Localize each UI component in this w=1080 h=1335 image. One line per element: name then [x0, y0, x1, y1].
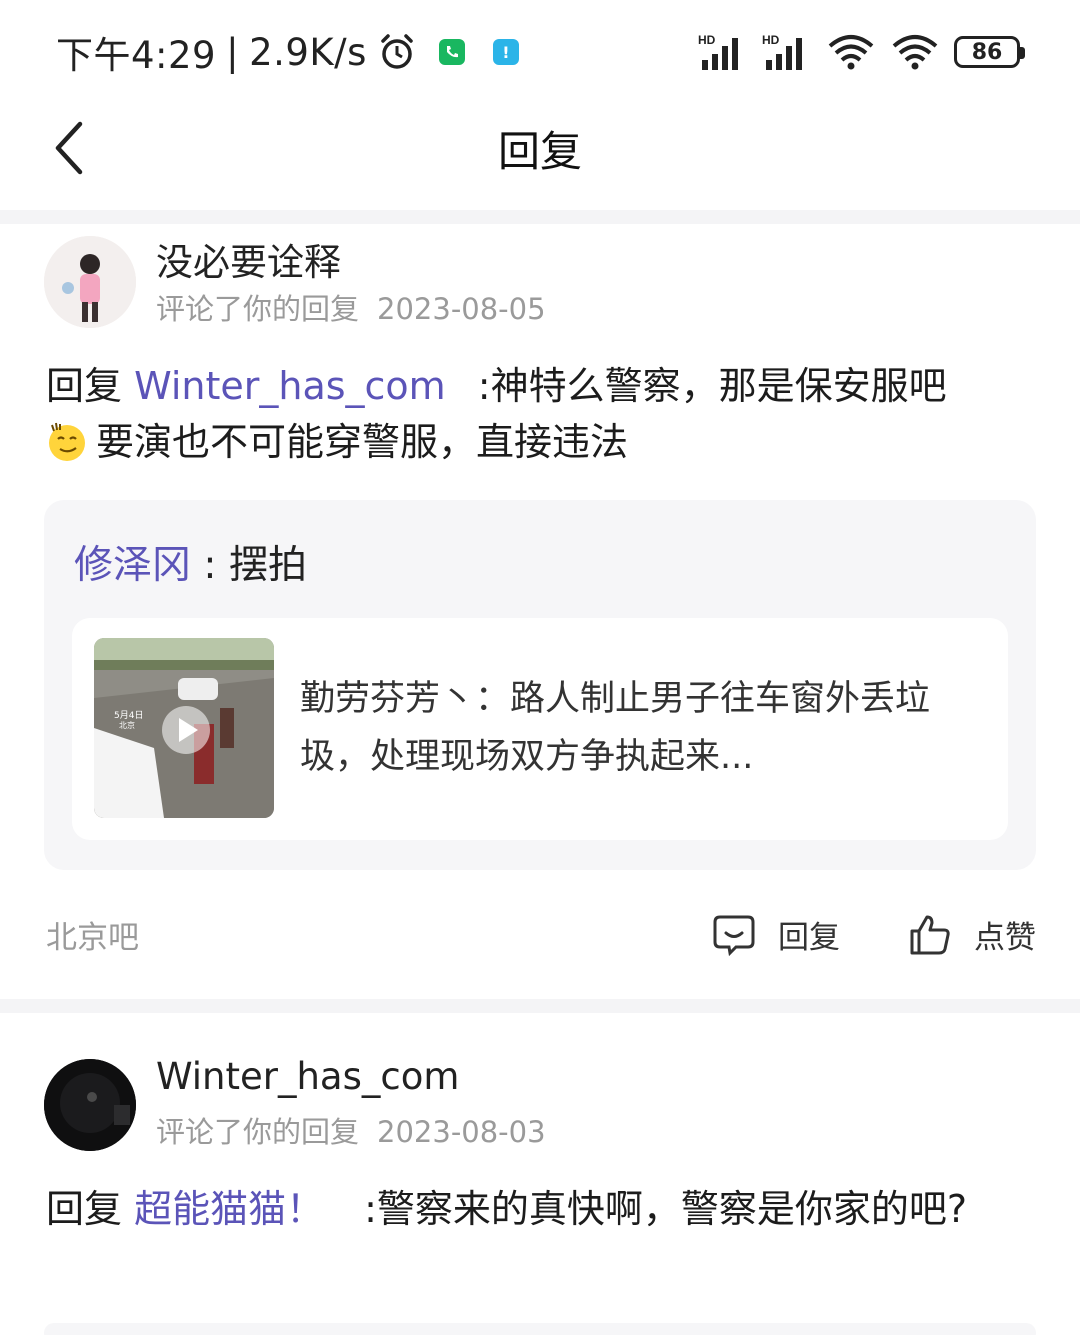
reply-prefix: 回复	[46, 364, 135, 408]
content-line-1: :神特么警察，那是保安服吧	[477, 364, 947, 408]
comment-card[interactable]: Winter_has_com 评论了你的回复 2023-08-03 回复 超能猫猫…	[0, 1013, 1080, 1335]
quote-separator: :	[191, 543, 229, 588]
thumbnail-location-label: 北京	[119, 720, 135, 730]
status-bar: 下午4:29 | 2.9K/s ! HD HD 86	[0, 0, 1080, 100]
action-text: 评论了你的回复	[156, 292, 360, 326]
top-nav: 回复	[0, 100, 1080, 210]
comment-footer: 北京吧 回复 点赞	[0, 912, 1080, 962]
username[interactable]: 没必要诠释	[156, 232, 341, 286]
content-line-1: :警察来的真快啊，警察是你家的吧?	[364, 1187, 968, 1231]
thumbnail-date-label: 5月4日	[114, 710, 143, 721]
reply-target-link[interactable]: 超能猫猫！	[134, 1187, 324, 1231]
reply-label: 回复	[778, 920, 840, 956]
section-divider	[0, 210, 1080, 224]
smirk-emoji-icon	[49, 422, 85, 461]
comment-date: 2023-08-03	[377, 1115, 546, 1149]
original-post-text: 勤劳芬芳丶：路人制止男子往车窗外丢垃圾，处理现场双方争执起来...	[300, 679, 931, 777]
comment-content: 回复 超能猫猫！ :警察来的真快啊，警察是你家的吧?	[46, 1181, 1020, 1237]
cellular-signal-icon-2: HD	[762, 33, 802, 70]
comment-date: 2023-08-05	[377, 292, 546, 326]
reply-bubble-icon	[713, 915, 755, 956]
like-button[interactable]: 点赞	[908, 912, 1036, 957]
page-title: 回复	[497, 127, 582, 176]
reply-prefix: 回复	[46, 1187, 135, 1231]
hd-badge-2: HD	[762, 33, 780, 47]
original-post-preview[interactable]: 5月4日 北京 勤劳芬芳丶：路人制止男子往车窗外丢垃圾，处理现场双方争执起来..…	[72, 618, 1008, 840]
status-right: HD HD 86	[698, 30, 1025, 74]
video-thumbnail[interactable]: 5月4日 北京	[94, 638, 274, 818]
forum-name[interactable]: 北京吧	[46, 912, 139, 957]
status-left: 下午4:29 | 2.9K/s !	[56, 28, 519, 77]
comment-content: 回复 Winter_has_com :神特么警察，那是保安服吧 要演也不可能穿警…	[46, 358, 1020, 470]
like-label: 点赞	[974, 920, 1036, 956]
section-divider	[0, 999, 1080, 1013]
cellular-signal-icon: HD	[698, 33, 738, 70]
wifi-icon	[828, 35, 874, 70]
notification-app-icon: !	[492, 39, 519, 65]
hd-badge-1: HD	[698, 33, 716, 47]
alarm-icon	[381, 34, 413, 69]
quoted-comment-box[interactable]: 修泽冈 : 摆拍 5月4日 北京 勤劳芬芳丶：路人制止男子往车窗外丢垃圾，处理现…	[44, 500, 1036, 870]
phone-app-icon	[438, 39, 465, 65]
quote-text: 摆拍	[228, 543, 307, 588]
content-line-2: 要演也不可能穿警服，直接违法	[96, 420, 629, 464]
avatar[interactable]	[44, 1059, 136, 1151]
comment-card[interactable]: 没必要诠释 评论了你的回复 2023-08-05 回复 Winter_has_co…	[0, 224, 1080, 999]
battery-indicator: 86	[954, 36, 1025, 68]
reply-target-link[interactable]: Winter_has_com	[134, 364, 446, 408]
comment-meta: 评论了你的回复 2023-08-03	[156, 1109, 546, 1151]
status-separator: |	[226, 30, 240, 74]
quote-author-link[interactable]: 修泽冈	[74, 543, 191, 588]
avatar[interactable]	[44, 236, 136, 328]
quoted-comment: 修泽冈 : 摆拍	[74, 534, 307, 590]
thumbs-up-icon	[910, 915, 950, 954]
username[interactable]: Winter_has_com	[156, 1055, 459, 1098]
status-time: 下午4:29	[56, 34, 217, 77]
quoted-comment-box[interactable]	[44, 1323, 1036, 1335]
network-speed: 2.9K/s	[249, 30, 367, 74]
action-text: 评论了你的回复	[156, 1115, 360, 1149]
comment-meta: 评论了你的回复 2023-08-05	[156, 286, 546, 328]
wifi-icon-2	[892, 35, 938, 70]
reply-button[interactable]: 回复	[712, 912, 840, 957]
